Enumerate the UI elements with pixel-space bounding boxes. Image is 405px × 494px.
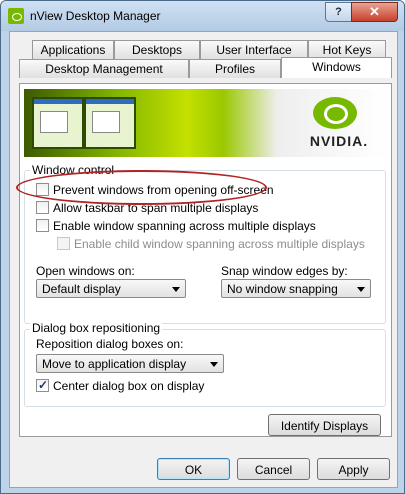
enable-child-spanning-checkbox [57,237,70,250]
close-button[interactable]: ✕ [351,2,398,22]
tab-windows[interactable]: Windows [281,57,392,78]
reposition-dialog-label: Reposition dialog boxes on: [36,337,184,351]
tab-desktops[interactable]: Desktops [114,40,200,59]
allow-taskbar-checkbox[interactable] [36,201,49,214]
dialog-window: nView Desktop Manager ? ✕ Applications D… [0,0,405,494]
reposition-dialog-select[interactable]: Move to application display [36,354,224,373]
nview-app-icon [8,8,24,24]
title-bar: nView Desktop Manager ? ✕ [1,1,404,31]
chevron-down-icon [357,287,365,292]
tab-profiles[interactable]: Profiles [189,59,281,78]
center-dialog-label: Center dialog box on display [53,379,205,393]
snap-edges-label: Snap window edges by: [221,264,348,278]
reposition-dialog-value: Move to application display [42,357,187,371]
nvidia-logo: NVIDIA. [299,93,379,153]
enable-spanning-label: Enable window spanning across multiple d… [53,219,316,233]
nvidia-banner: NVIDIA. [24,89,386,157]
allow-taskbar-label: Allow taskbar to span multiple displays [53,201,259,215]
window-control-legend: Window control [30,163,117,177]
open-windows-value: Default display [42,282,121,296]
windows-tab-panel: NVIDIA. Window control Prevent windows f… [19,83,392,437]
identify-displays-button[interactable]: Identify Displays [268,414,381,436]
window-title: nView Desktop Manager [30,9,161,23]
desktop-preview-image-1 [32,97,84,149]
ok-button[interactable]: OK [157,458,230,480]
tab-applications[interactable]: Applications [32,40,114,59]
open-windows-select[interactable]: Default display [36,279,186,298]
dialog-box-repositioning-legend: Dialog box repositioning [30,321,163,335]
tab-desktop-management[interactable]: Desktop Management [19,59,189,78]
prevent-offscreen-label: Prevent windows from opening off-screen [53,183,274,197]
center-dialog-checkbox[interactable] [36,377,49,393]
enable-child-spanning-label: Enable child window spanning across mult… [74,237,365,251]
prevent-offscreen-checkbox[interactable] [36,183,49,196]
dialog-client-area: Applications Desktops User Interface Hot… [9,31,398,488]
desktop-preview-image-2 [84,97,136,149]
apply-button[interactable]: Apply [317,458,390,480]
enable-spanning-checkbox[interactable] [36,219,49,232]
help-button[interactable]: ? [325,2,352,22]
chevron-down-icon [172,287,180,292]
nvidia-eye-icon [313,97,357,129]
nvidia-logo-text: NVIDIA. [309,133,369,149]
cancel-button[interactable]: Cancel [237,458,310,480]
chevron-down-icon [210,362,218,367]
open-windows-label: Open windows on: [36,264,135,278]
snap-edges-value: No window snapping [227,282,338,296]
snap-edges-select[interactable]: No window snapping [221,279,371,298]
